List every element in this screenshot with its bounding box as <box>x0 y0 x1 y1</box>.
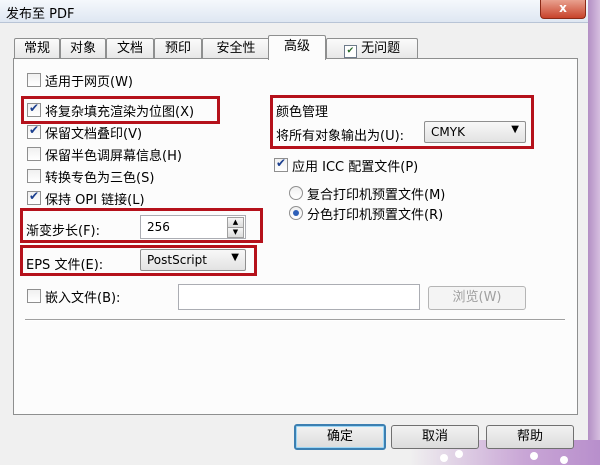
embed-file-input[interactable] <box>178 284 420 310</box>
web-label: 适用于网页(W) <box>45 75 133 90</box>
overprint-checkbox[interactable] <box>27 123 41 139</box>
separations-radio[interactable] <box>289 206 303 220</box>
highlight-box <box>21 96 220 124</box>
embed-file-checkbox[interactable] <box>27 289 41 303</box>
tab-no-issues[interactable]: ✔ 无问题 <box>326 38 418 59</box>
tab-document[interactable]: 文档 <box>106 38 154 59</box>
highlight-box <box>20 208 263 243</box>
embed-file-label: 嵌入文件(B): <box>45 291 121 306</box>
opi-checkbox[interactable] <box>27 189 41 205</box>
tab-no-issues-label: 无问题 <box>361 41 401 56</box>
close-button[interactable]: x <box>540 0 586 19</box>
composite-radio[interactable] <box>289 186 303 200</box>
web-checkbox[interactable] <box>27 73 41 87</box>
decoration-dot <box>455 450 463 458</box>
highlight-box <box>270 95 534 149</box>
halftone-label: 保留半色调屏幕信息(H) <box>45 149 182 164</box>
highlight-box <box>20 245 257 276</box>
tab-general[interactable]: 常规 <box>14 38 60 59</box>
window-title: 发布至 PDF <box>6 7 75 22</box>
decoration-dot <box>560 456 568 464</box>
icc-checkbox[interactable] <box>274 156 288 172</box>
cancel-button[interactable]: 取消 <box>391 425 479 449</box>
decoration-dot <box>530 452 538 460</box>
halftone-checkbox[interactable] <box>27 147 41 161</box>
opi-label: 保持 OPI 链接(L) <box>45 193 145 208</box>
separations-label: 分色打印机预置文件(R) <box>307 208 444 223</box>
tab-prepress[interactable]: 预印 <box>154 38 202 59</box>
help-button[interactable]: 帮助 <box>486 425 574 449</box>
spot-color-checkbox[interactable] <box>27 169 41 183</box>
decoration-dot <box>440 454 448 462</box>
tab-advanced[interactable]: 高级 <box>268 35 326 60</box>
spot-color-label: 转换专色为三色(S) <box>45 171 155 186</box>
ok-button[interactable]: 确定 <box>294 424 386 450</box>
icc-label: 应用 ICC 配置文件(P) <box>292 160 419 175</box>
tab-security[interactable]: 安全性 <box>202 38 270 59</box>
composite-label: 复合打印机预置文件(M) <box>307 188 446 203</box>
checklist-icon: ✔ <box>343 45 357 58</box>
browse-button[interactable]: 浏览(W) <box>428 286 526 310</box>
tab-objects[interactable]: 对象 <box>60 38 106 59</box>
title-bar[interactable]: 发布至 PDF x <box>0 0 588 23</box>
separator <box>25 319 565 321</box>
background-strip <box>588 0 600 465</box>
overprint-label: 保留文档叠印(V) <box>45 127 143 142</box>
